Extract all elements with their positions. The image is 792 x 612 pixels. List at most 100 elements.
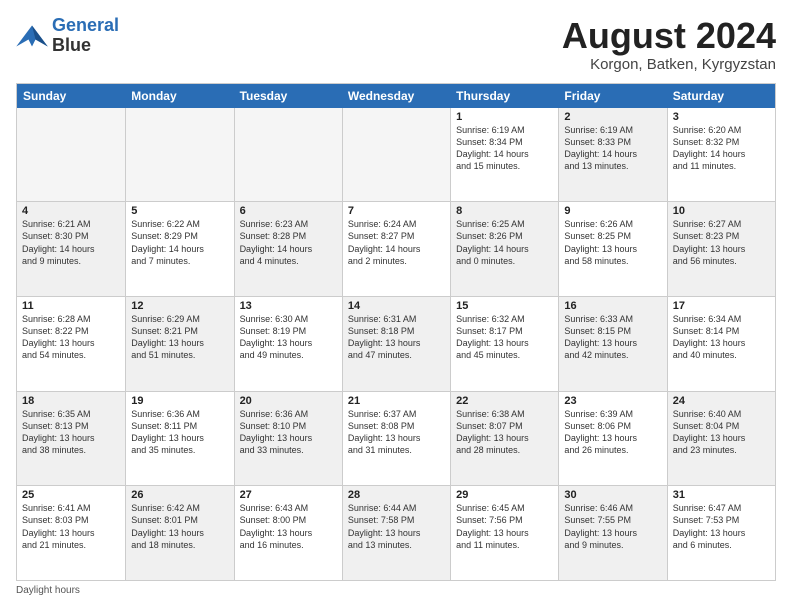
weekday-header-saturday: Saturday <box>667 84 775 108</box>
day-info: Sunrise: 6:35 AM Sunset: 8:13 PM Dayligh… <box>22 408 120 457</box>
weekday-header-tuesday: Tuesday <box>234 84 342 108</box>
page: General Blue August 2024 Korgon, Batken,… <box>0 0 792 612</box>
day-number: 9 <box>564 205 661 217</box>
day-info: Sunrise: 6:41 AM Sunset: 8:03 PM Dayligh… <box>22 502 120 551</box>
day-info: Sunrise: 6:20 AM Sunset: 8:32 PM Dayligh… <box>673 124 770 173</box>
day-info: Sunrise: 6:22 AM Sunset: 8:29 PM Dayligh… <box>131 218 228 267</box>
day-number: 8 <box>456 205 553 217</box>
day-info: Sunrise: 6:19 AM Sunset: 8:33 PM Dayligh… <box>564 124 661 173</box>
day-number: 14 <box>348 300 445 312</box>
calendar-cell: 10Sunrise: 6:27 AM Sunset: 8:23 PM Dayli… <box>667 202 775 296</box>
header: General Blue August 2024 Korgon, Batken,… <box>16 16 776 73</box>
calendar-cell <box>234 108 342 202</box>
calendar-cell: 22Sunrise: 6:38 AM Sunset: 8:07 PM Dayli… <box>450 392 558 486</box>
calendar-row-2: 11Sunrise: 6:28 AM Sunset: 8:22 PM Dayli… <box>17 296 775 391</box>
calendar-cell <box>125 108 233 202</box>
day-number: 1 <box>456 111 553 123</box>
calendar-cell: 6Sunrise: 6:23 AM Sunset: 8:28 PM Daylig… <box>234 202 342 296</box>
calendar-cell: 16Sunrise: 6:33 AM Sunset: 8:15 PM Dayli… <box>558 297 666 391</box>
logo-icon <box>16 22 48 50</box>
day-number: 7 <box>348 205 445 217</box>
day-number: 3 <box>673 111 770 123</box>
calendar-cell: 20Sunrise: 6:36 AM Sunset: 8:10 PM Dayli… <box>234 392 342 486</box>
calendar-cell: 5Sunrise: 6:22 AM Sunset: 8:29 PM Daylig… <box>125 202 233 296</box>
day-number: 17 <box>673 300 770 312</box>
day-info: Sunrise: 6:36 AM Sunset: 8:10 PM Dayligh… <box>240 408 337 457</box>
day-info: Sunrise: 6:28 AM Sunset: 8:22 PM Dayligh… <box>22 313 120 362</box>
day-info: Sunrise: 6:39 AM Sunset: 8:06 PM Dayligh… <box>564 408 661 457</box>
day-info: Sunrise: 6:27 AM Sunset: 8:23 PM Dayligh… <box>673 218 770 267</box>
day-number: 20 <box>240 395 337 407</box>
calendar-cell: 3Sunrise: 6:20 AM Sunset: 8:32 PM Daylig… <box>667 108 775 202</box>
day-info: Sunrise: 6:23 AM Sunset: 8:28 PM Dayligh… <box>240 218 337 267</box>
calendar-cell: 28Sunrise: 6:44 AM Sunset: 7:58 PM Dayli… <box>342 486 450 580</box>
day-info: Sunrise: 6:45 AM Sunset: 7:56 PM Dayligh… <box>456 502 553 551</box>
calendar-row-0: 1Sunrise: 6:19 AM Sunset: 8:34 PM Daylig… <box>17 108 775 202</box>
day-number: 5 <box>131 205 228 217</box>
weekday-header-wednesday: Wednesday <box>342 84 450 108</box>
day-info: Sunrise: 6:42 AM Sunset: 8:01 PM Dayligh… <box>131 502 228 551</box>
day-number: 18 <box>22 395 120 407</box>
day-info: Sunrise: 6:26 AM Sunset: 8:25 PM Dayligh… <box>564 218 661 267</box>
calendar-cell: 26Sunrise: 6:42 AM Sunset: 8:01 PM Dayli… <box>125 486 233 580</box>
day-number: 15 <box>456 300 553 312</box>
day-info: Sunrise: 6:19 AM Sunset: 8:34 PM Dayligh… <box>456 124 553 173</box>
logo: General Blue <box>16 16 119 56</box>
calendar-cell: 13Sunrise: 6:30 AM Sunset: 8:19 PM Dayli… <box>234 297 342 391</box>
calendar-cell: 15Sunrise: 6:32 AM Sunset: 8:17 PM Dayli… <box>450 297 558 391</box>
calendar-header: SundayMondayTuesdayWednesdayThursdayFrid… <box>17 84 775 108</box>
day-number: 25 <box>22 489 120 501</box>
day-number: 11 <box>22 300 120 312</box>
day-info: Sunrise: 6:34 AM Sunset: 8:14 PM Dayligh… <box>673 313 770 362</box>
day-info: Sunrise: 6:25 AM Sunset: 8:26 PM Dayligh… <box>456 218 553 267</box>
day-info: Sunrise: 6:33 AM Sunset: 8:15 PM Dayligh… <box>564 313 661 362</box>
calendar-cell: 29Sunrise: 6:45 AM Sunset: 7:56 PM Dayli… <box>450 486 558 580</box>
day-info: Sunrise: 6:21 AM Sunset: 8:30 PM Dayligh… <box>22 218 120 267</box>
month-year: August 2024 <box>562 16 776 56</box>
day-number: 26 <box>131 489 228 501</box>
day-info: Sunrise: 6:38 AM Sunset: 8:07 PM Dayligh… <box>456 408 553 457</box>
calendar-cell: 4Sunrise: 6:21 AM Sunset: 8:30 PM Daylig… <box>17 202 125 296</box>
day-number: 31 <box>673 489 770 501</box>
calendar-cell: 21Sunrise: 6:37 AM Sunset: 8:08 PM Dayli… <box>342 392 450 486</box>
day-number: 4 <box>22 205 120 217</box>
weekday-header-sunday: Sunday <box>17 84 125 108</box>
calendar-cell: 2Sunrise: 6:19 AM Sunset: 8:33 PM Daylig… <box>558 108 666 202</box>
calendar-cell: 8Sunrise: 6:25 AM Sunset: 8:26 PM Daylig… <box>450 202 558 296</box>
calendar-cell: 17Sunrise: 6:34 AM Sunset: 8:14 PM Dayli… <box>667 297 775 391</box>
day-number: 16 <box>564 300 661 312</box>
day-number: 13 <box>240 300 337 312</box>
calendar-row-3: 18Sunrise: 6:35 AM Sunset: 8:13 PM Dayli… <box>17 391 775 486</box>
calendar-cell: 12Sunrise: 6:29 AM Sunset: 8:21 PM Dayli… <box>125 297 233 391</box>
day-number: 23 <box>564 395 661 407</box>
calendar-cell: 19Sunrise: 6:36 AM Sunset: 8:11 PM Dayli… <box>125 392 233 486</box>
calendar-row-1: 4Sunrise: 6:21 AM Sunset: 8:30 PM Daylig… <box>17 201 775 296</box>
day-info: Sunrise: 6:32 AM Sunset: 8:17 PM Dayligh… <box>456 313 553 362</box>
calendar-cell: 18Sunrise: 6:35 AM Sunset: 8:13 PM Dayli… <box>17 392 125 486</box>
day-number: 29 <box>456 489 553 501</box>
location: Korgon, Batken, Kyrgyzstan <box>562 56 776 73</box>
day-info: Sunrise: 6:24 AM Sunset: 8:27 PM Dayligh… <box>348 218 445 267</box>
day-info: Sunrise: 6:30 AM Sunset: 8:19 PM Dayligh… <box>240 313 337 362</box>
day-number: 27 <box>240 489 337 501</box>
calendar-row-4: 25Sunrise: 6:41 AM Sunset: 8:03 PM Dayli… <box>17 485 775 580</box>
day-number: 12 <box>131 300 228 312</box>
day-info: Sunrise: 6:36 AM Sunset: 8:11 PM Dayligh… <box>131 408 228 457</box>
calendar-cell: 23Sunrise: 6:39 AM Sunset: 8:06 PM Dayli… <box>558 392 666 486</box>
calendar-cell <box>17 108 125 202</box>
day-info: Sunrise: 6:40 AM Sunset: 8:04 PM Dayligh… <box>673 408 770 457</box>
calendar-cell: 25Sunrise: 6:41 AM Sunset: 8:03 PM Dayli… <box>17 486 125 580</box>
day-info: Sunrise: 6:29 AM Sunset: 8:21 PM Dayligh… <box>131 313 228 362</box>
weekday-header-thursday: Thursday <box>450 84 558 108</box>
day-info: Sunrise: 6:44 AM Sunset: 7:58 PM Dayligh… <box>348 502 445 551</box>
day-info: Sunrise: 6:37 AM Sunset: 8:08 PM Dayligh… <box>348 408 445 457</box>
weekday-header-friday: Friday <box>558 84 666 108</box>
day-number: 6 <box>240 205 337 217</box>
calendar-cell: 24Sunrise: 6:40 AM Sunset: 8:04 PM Dayli… <box>667 392 775 486</box>
weekday-header-monday: Monday <box>125 84 233 108</box>
day-info: Sunrise: 6:31 AM Sunset: 8:18 PM Dayligh… <box>348 313 445 362</box>
day-info: Sunrise: 6:46 AM Sunset: 7:55 PM Dayligh… <box>564 502 661 551</box>
logo-text: General Blue <box>52 16 119 56</box>
day-number: 24 <box>673 395 770 407</box>
calendar-cell <box>342 108 450 202</box>
